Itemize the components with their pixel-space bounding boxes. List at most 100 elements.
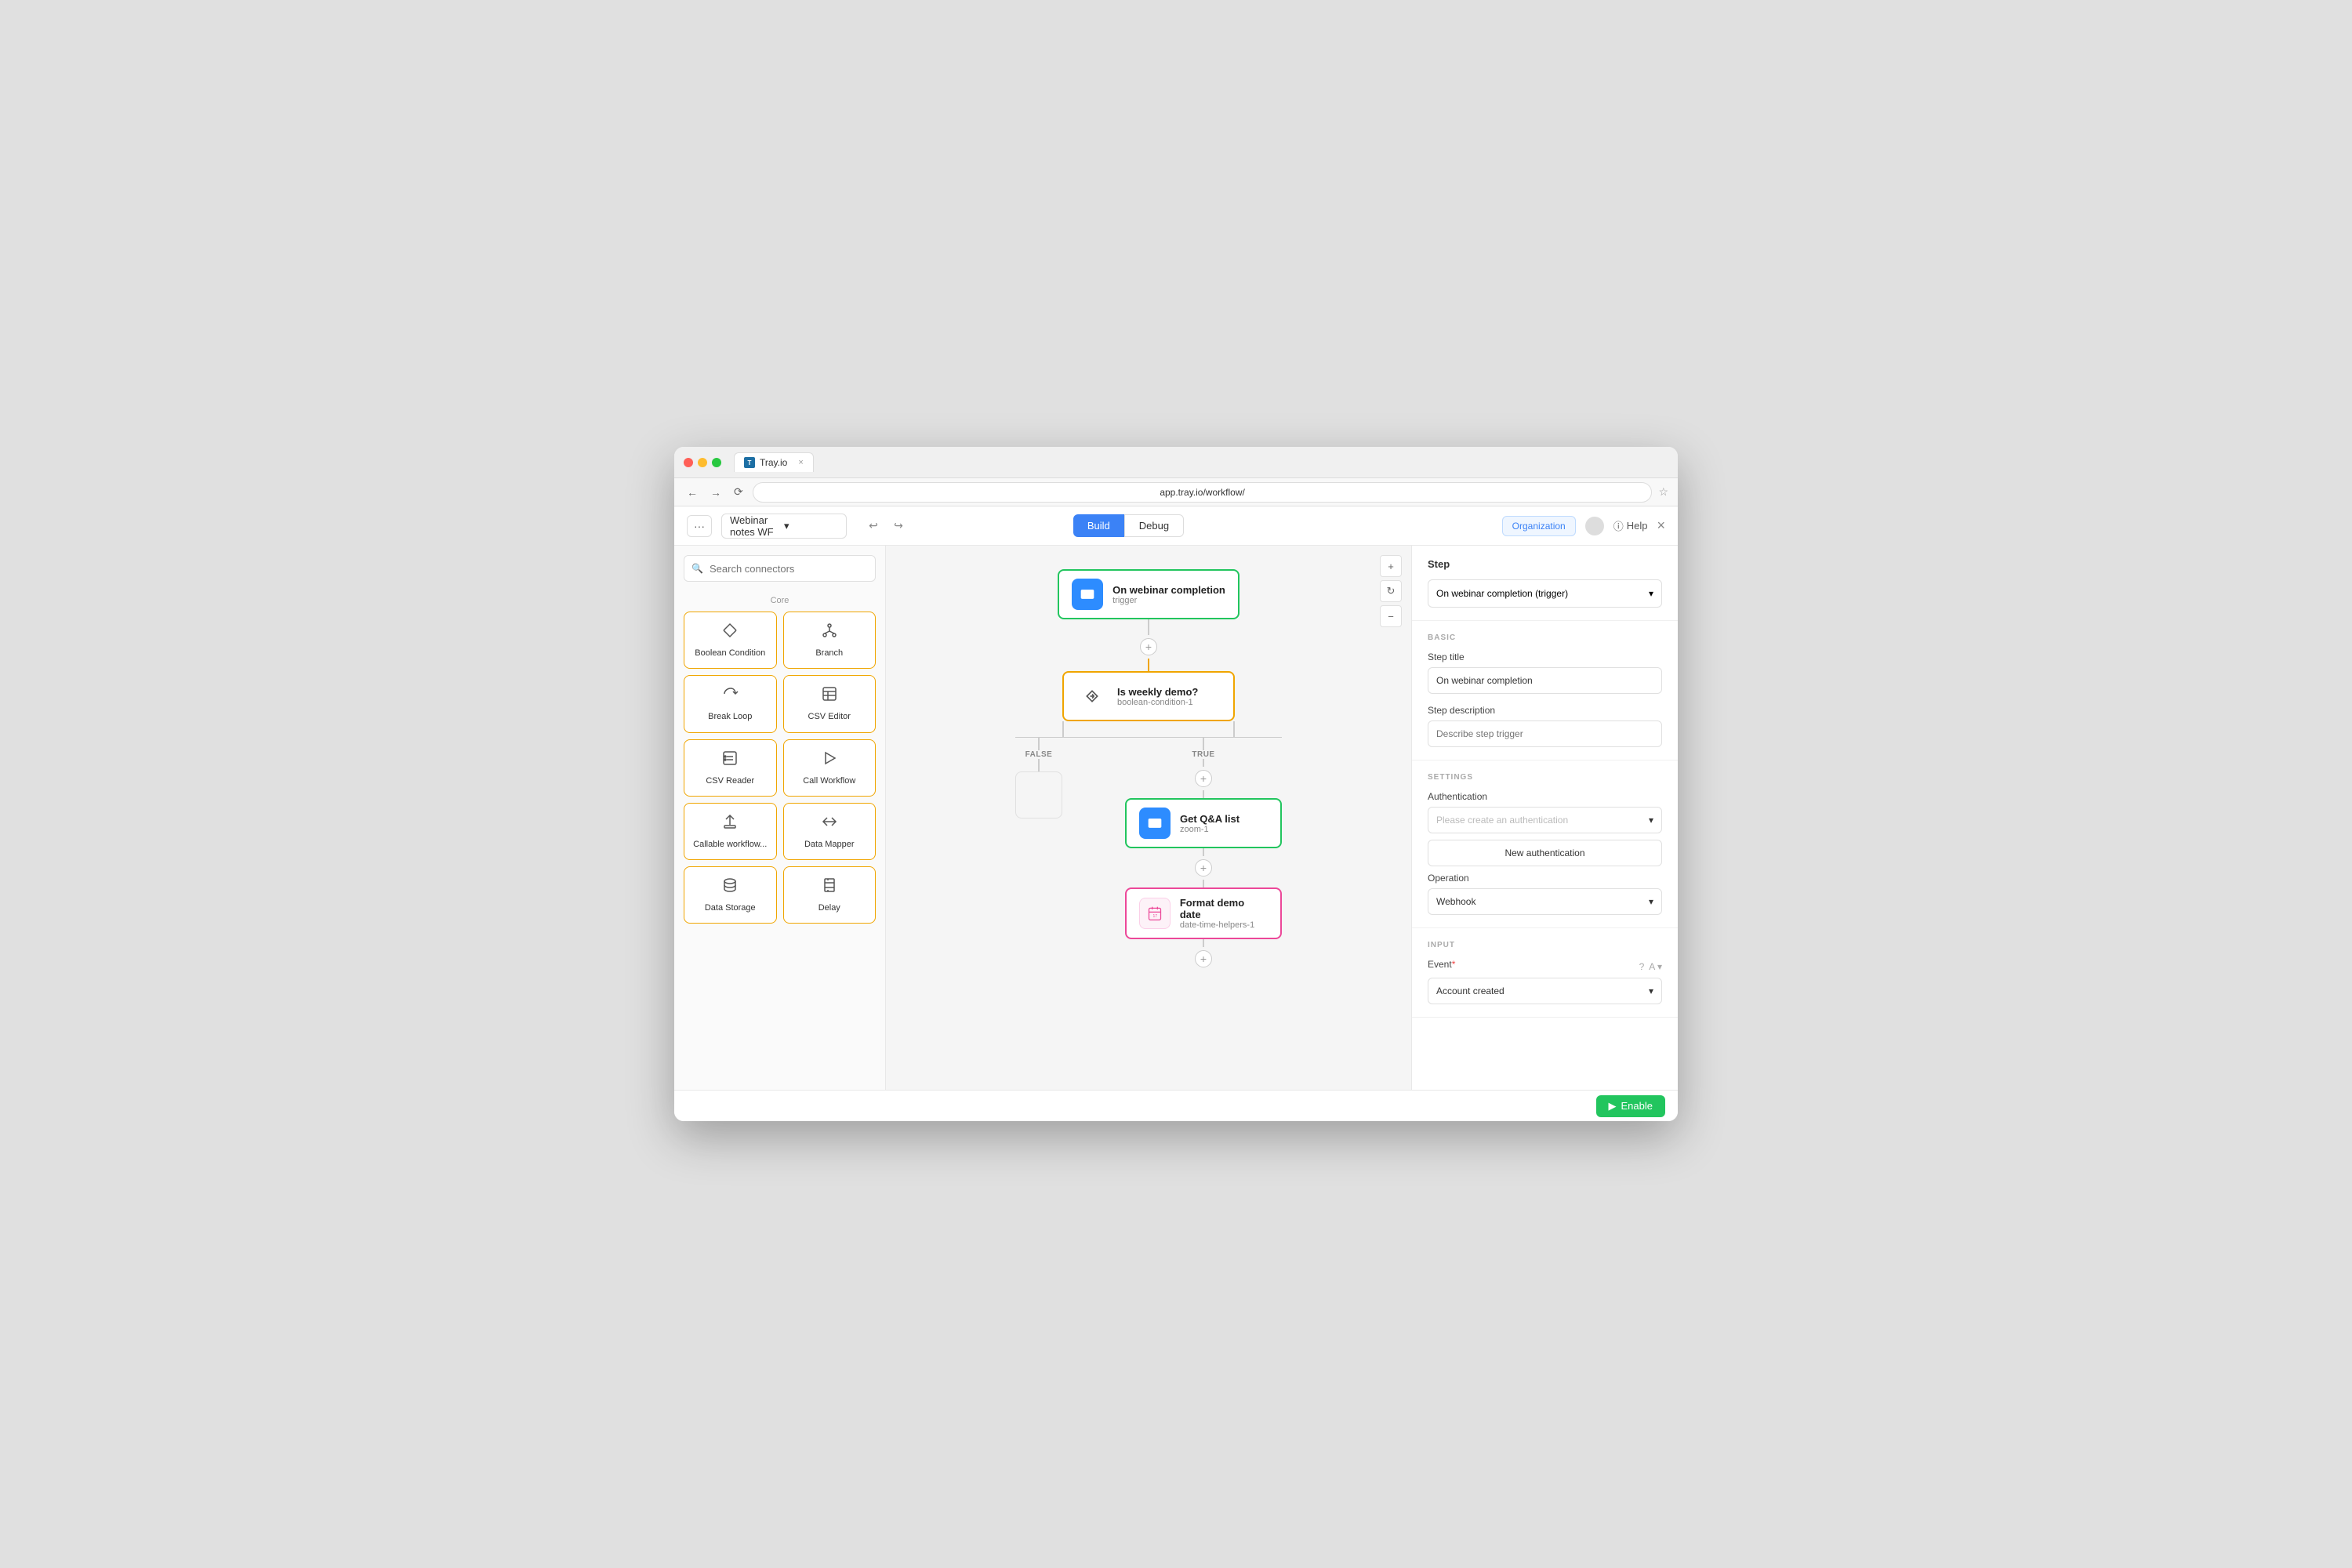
operation-chevron: ▾ <box>1649 896 1653 907</box>
a-icon[interactable]: A ▾ <box>1649 961 1662 972</box>
delay-label: Delay <box>818 902 840 913</box>
enable-button[interactable]: ▶ Enable <box>1596 1095 1665 1117</box>
step-title-input[interactable] <box>1428 667 1662 694</box>
branch-label: Branch <box>815 648 843 659</box>
input-section: INPUT Event* ? A ▾ Account created ▾ <box>1412 928 1678 1018</box>
build-button[interactable]: Build <box>1073 514 1124 537</box>
datetime-node-info: Format demo date date-time-helpers-1 <box>1180 897 1268 930</box>
connector-data-storage[interactable]: Data Storage <box>684 866 777 924</box>
event-dropdown[interactable]: Account created ▾ <box>1428 978 1662 1004</box>
connector-boolean-condition[interactable]: Boolean Condition <box>684 612 777 669</box>
add-step-after-datetime[interactable]: + <box>1195 950 1212 967</box>
back-button[interactable]: ← <box>684 485 701 500</box>
zoom-out-button[interactable]: − <box>1380 605 1402 627</box>
basic-header: BASIC <box>1428 633 1662 642</box>
event-field: Event* ? A ▾ Account created ▾ <box>1428 959 1662 1004</box>
connector-delay[interactable]: Delay <box>783 866 877 924</box>
datetime-node[interactable]: 17 Format demo date date-time-helpers-1 <box>1125 887 1282 939</box>
step-dropdown[interactable]: On webinar completion (trigger) ▾ <box>1428 579 1662 608</box>
delay-icon <box>821 877 838 898</box>
connector-break-loop[interactable]: Break Loop <box>684 675 777 732</box>
connector-branch[interactable]: Branch <box>783 612 877 669</box>
zoom-node[interactable]: Get Q&A list zoom-1 <box>1125 798 1282 848</box>
close-traffic-light[interactable] <box>684 458 693 467</box>
workflow-flow: On webinar completion trigger + <box>1015 569 1282 971</box>
toolbar-right: Organization ⓘ Help × <box>1502 516 1665 536</box>
fullscreen-traffic-light[interactable] <box>712 458 721 467</box>
connector-callable-workflow[interactable]: Callable workflow... <box>684 803 777 860</box>
true-line-top <box>1233 721 1235 737</box>
connector-csv-editor[interactable]: CSV Editor <box>783 675 877 732</box>
bookmark-button[interactable]: ☆ <box>1658 485 1668 499</box>
add-step-true-button[interactable]: + <box>1195 770 1212 787</box>
organization-button[interactable]: Organization <box>1502 516 1576 536</box>
event-value: Account created <box>1436 985 1504 996</box>
auth-dropdown[interactable]: Please create an authentication ▾ <box>1428 807 1662 833</box>
trigger-title: On webinar completion <box>1112 584 1225 596</box>
settings-section: SETTINGS Authentication Please create an… <box>1412 760 1678 928</box>
zoom-sub: zoom-1 <box>1180 825 1240 834</box>
data-storage-icon <box>721 877 739 898</box>
new-auth-button[interactable]: New authentication <box>1428 840 1662 866</box>
browser-tab[interactable]: T Tray.io × <box>734 452 814 472</box>
refresh-button[interactable]: ⟳ <box>731 484 746 500</box>
csv-editor-icon <box>821 685 838 706</box>
condition-node-info: Is weekly demo? boolean-condition-1 <box>1117 686 1198 707</box>
condition-sub: boolean-condition-1 <box>1117 698 1198 707</box>
add-step-after-zoom[interactable]: + <box>1195 859 1212 877</box>
condition-node-wrapper: Is weekly demo? boolean-condition-1 <box>1062 671 1235 721</box>
forward-button[interactable]: → <box>707 485 724 500</box>
undo-button[interactable]: ↩ <box>862 515 884 537</box>
after-zoom-line <box>1203 848 1204 856</box>
call-workflow-icon <box>821 750 838 771</box>
redo-button[interactable]: ↪ <box>887 515 909 537</box>
step-desc-label: Step description <box>1428 705 1662 716</box>
step-title-label: Step title <box>1428 652 1662 662</box>
branch-columns: FALSE TRUE + <box>1015 738 1282 971</box>
url-input[interactable] <box>753 482 1653 503</box>
event-actions: ? A ▾ <box>1639 961 1662 972</box>
connector-call-workflow[interactable]: Call Workflow <box>783 739 877 797</box>
operation-field: Operation Webhook ▾ <box>1428 873 1662 915</box>
zoom-in-button[interactable]: + <box>1380 555 1402 577</box>
app-window: T Tray.io × ← → ⟳ ☆ ··· Webinar notes WF… <box>674 447 1678 1121</box>
connector-csv-reader[interactable]: CSV Reader <box>684 739 777 797</box>
operation-label: Operation <box>1428 873 1662 884</box>
false-line-top <box>1062 721 1064 737</box>
step-title-field: Step title <box>1428 652 1662 694</box>
minimize-traffic-light[interactable] <box>698 458 707 467</box>
datetime-icon: 17 <box>1139 898 1171 929</box>
required-star: * <box>1452 959 1456 970</box>
false-vert-line <box>1038 738 1040 750</box>
zoom-node-info: Get Q&A list zoom-1 <box>1180 813 1240 834</box>
menu-dots-button[interactable]: ··· <box>687 515 712 537</box>
add-step-button-1[interactable]: + <box>1140 638 1157 655</box>
csv-reader-label: CSV Reader <box>706 775 754 786</box>
title-bar: T Tray.io × <box>674 447 1678 478</box>
connector-data-mapper[interactable]: Data Mapper <box>783 803 877 860</box>
help-button[interactable]: ⓘ Help <box>1613 518 1648 533</box>
workflow-selector[interactable]: Webinar notes WF ▾ <box>721 514 847 539</box>
workflow-canvas-area[interactable]: + ↻ − On webinar completion trigger <box>886 546 1411 1090</box>
bottom-bar: ▶ Enable <box>674 1090 1678 1121</box>
help-circle-icon[interactable]: ? <box>1639 961 1645 972</box>
boolean-condition-icon <box>721 622 739 643</box>
condition-node[interactable]: Is weekly demo? boolean-condition-1 <box>1062 671 1235 721</box>
refresh-canvas-button[interactable]: ↻ <box>1380 580 1402 602</box>
search-input[interactable] <box>684 555 876 582</box>
false-empty-node[interactable] <box>1015 771 1062 818</box>
trigger-node-info: On webinar completion trigger <box>1112 584 1225 605</box>
tab-close-button[interactable]: × <box>798 458 803 467</box>
call-workflow-label: Call Workflow <box>803 775 855 786</box>
svg-text:17: 17 <box>1152 914 1157 919</box>
close-button[interactable]: × <box>1657 517 1665 534</box>
break-loop-label: Break Loop <box>708 711 752 722</box>
search-icon: 🔍 <box>691 563 703 574</box>
debug-button[interactable]: Debug <box>1124 514 1184 537</box>
step-desc-input[interactable] <box>1428 720 1662 747</box>
operation-dropdown[interactable]: Webhook ▾ <box>1428 888 1662 915</box>
zoom-title: Get Q&A list <box>1180 813 1240 825</box>
connector-line-1 <box>1148 619 1149 635</box>
step-dropdown-chevron: ▾ <box>1649 588 1653 599</box>
trigger-node[interactable]: On webinar completion trigger <box>1058 569 1240 619</box>
